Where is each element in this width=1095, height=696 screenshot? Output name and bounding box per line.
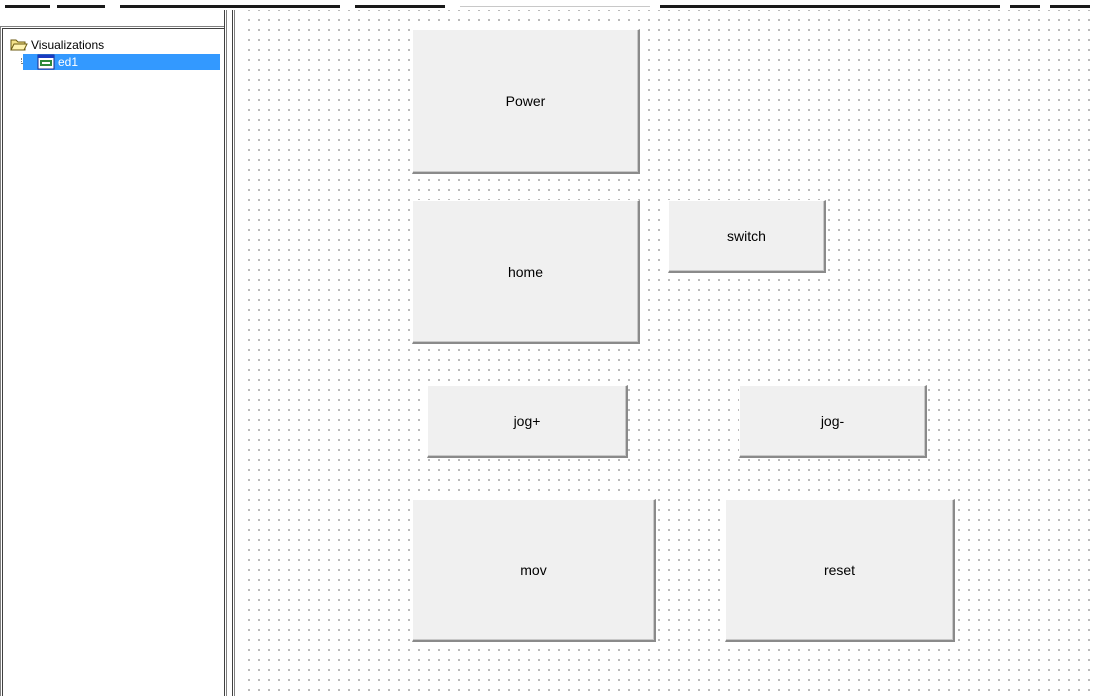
mov-button[interactable]: mov <box>412 499 656 642</box>
tab-edge <box>120 5 340 8</box>
folder-open-icon <box>10 39 28 51</box>
tab-edge <box>1050 5 1090 8</box>
jog-minus-button[interactable]: jog- <box>739 385 927 458</box>
tab-edge <box>660 5 1000 8</box>
reset-button[interactable]: reset <box>725 499 955 642</box>
power-button[interactable]: Power <box>412 29 640 174</box>
tree-item-visualizations[interactable]: Visualizations <box>10 37 104 53</box>
visualization-canvas[interactable]: Power home switch jog+ jog- mov reset <box>242 10 1095 696</box>
tree-item-label: ed1 <box>58 55 79 69</box>
tab-edge <box>1010 5 1040 8</box>
tree-border <box>2 28 224 696</box>
tab-edge <box>460 6 650 7</box>
tab-edge <box>57 5 105 8</box>
tree-item-ed1[interactable]: ed1 <box>23 54 220 70</box>
switch-button[interactable]: switch <box>668 200 826 273</box>
tree-item-label: Visualizations <box>31 38 105 52</box>
visualization-icon <box>37 54 55 70</box>
jog-plus-button[interactable]: jog+ <box>427 385 628 458</box>
home-button[interactable]: home <box>412 200 640 344</box>
panel-splitter[interactable] <box>224 10 242 696</box>
object-tree-panel: Visualizations ed1 <box>0 26 224 696</box>
tab-edge <box>5 5 50 8</box>
top-toolbar-strip <box>0 0 1095 10</box>
tab-edge <box>355 5 445 8</box>
